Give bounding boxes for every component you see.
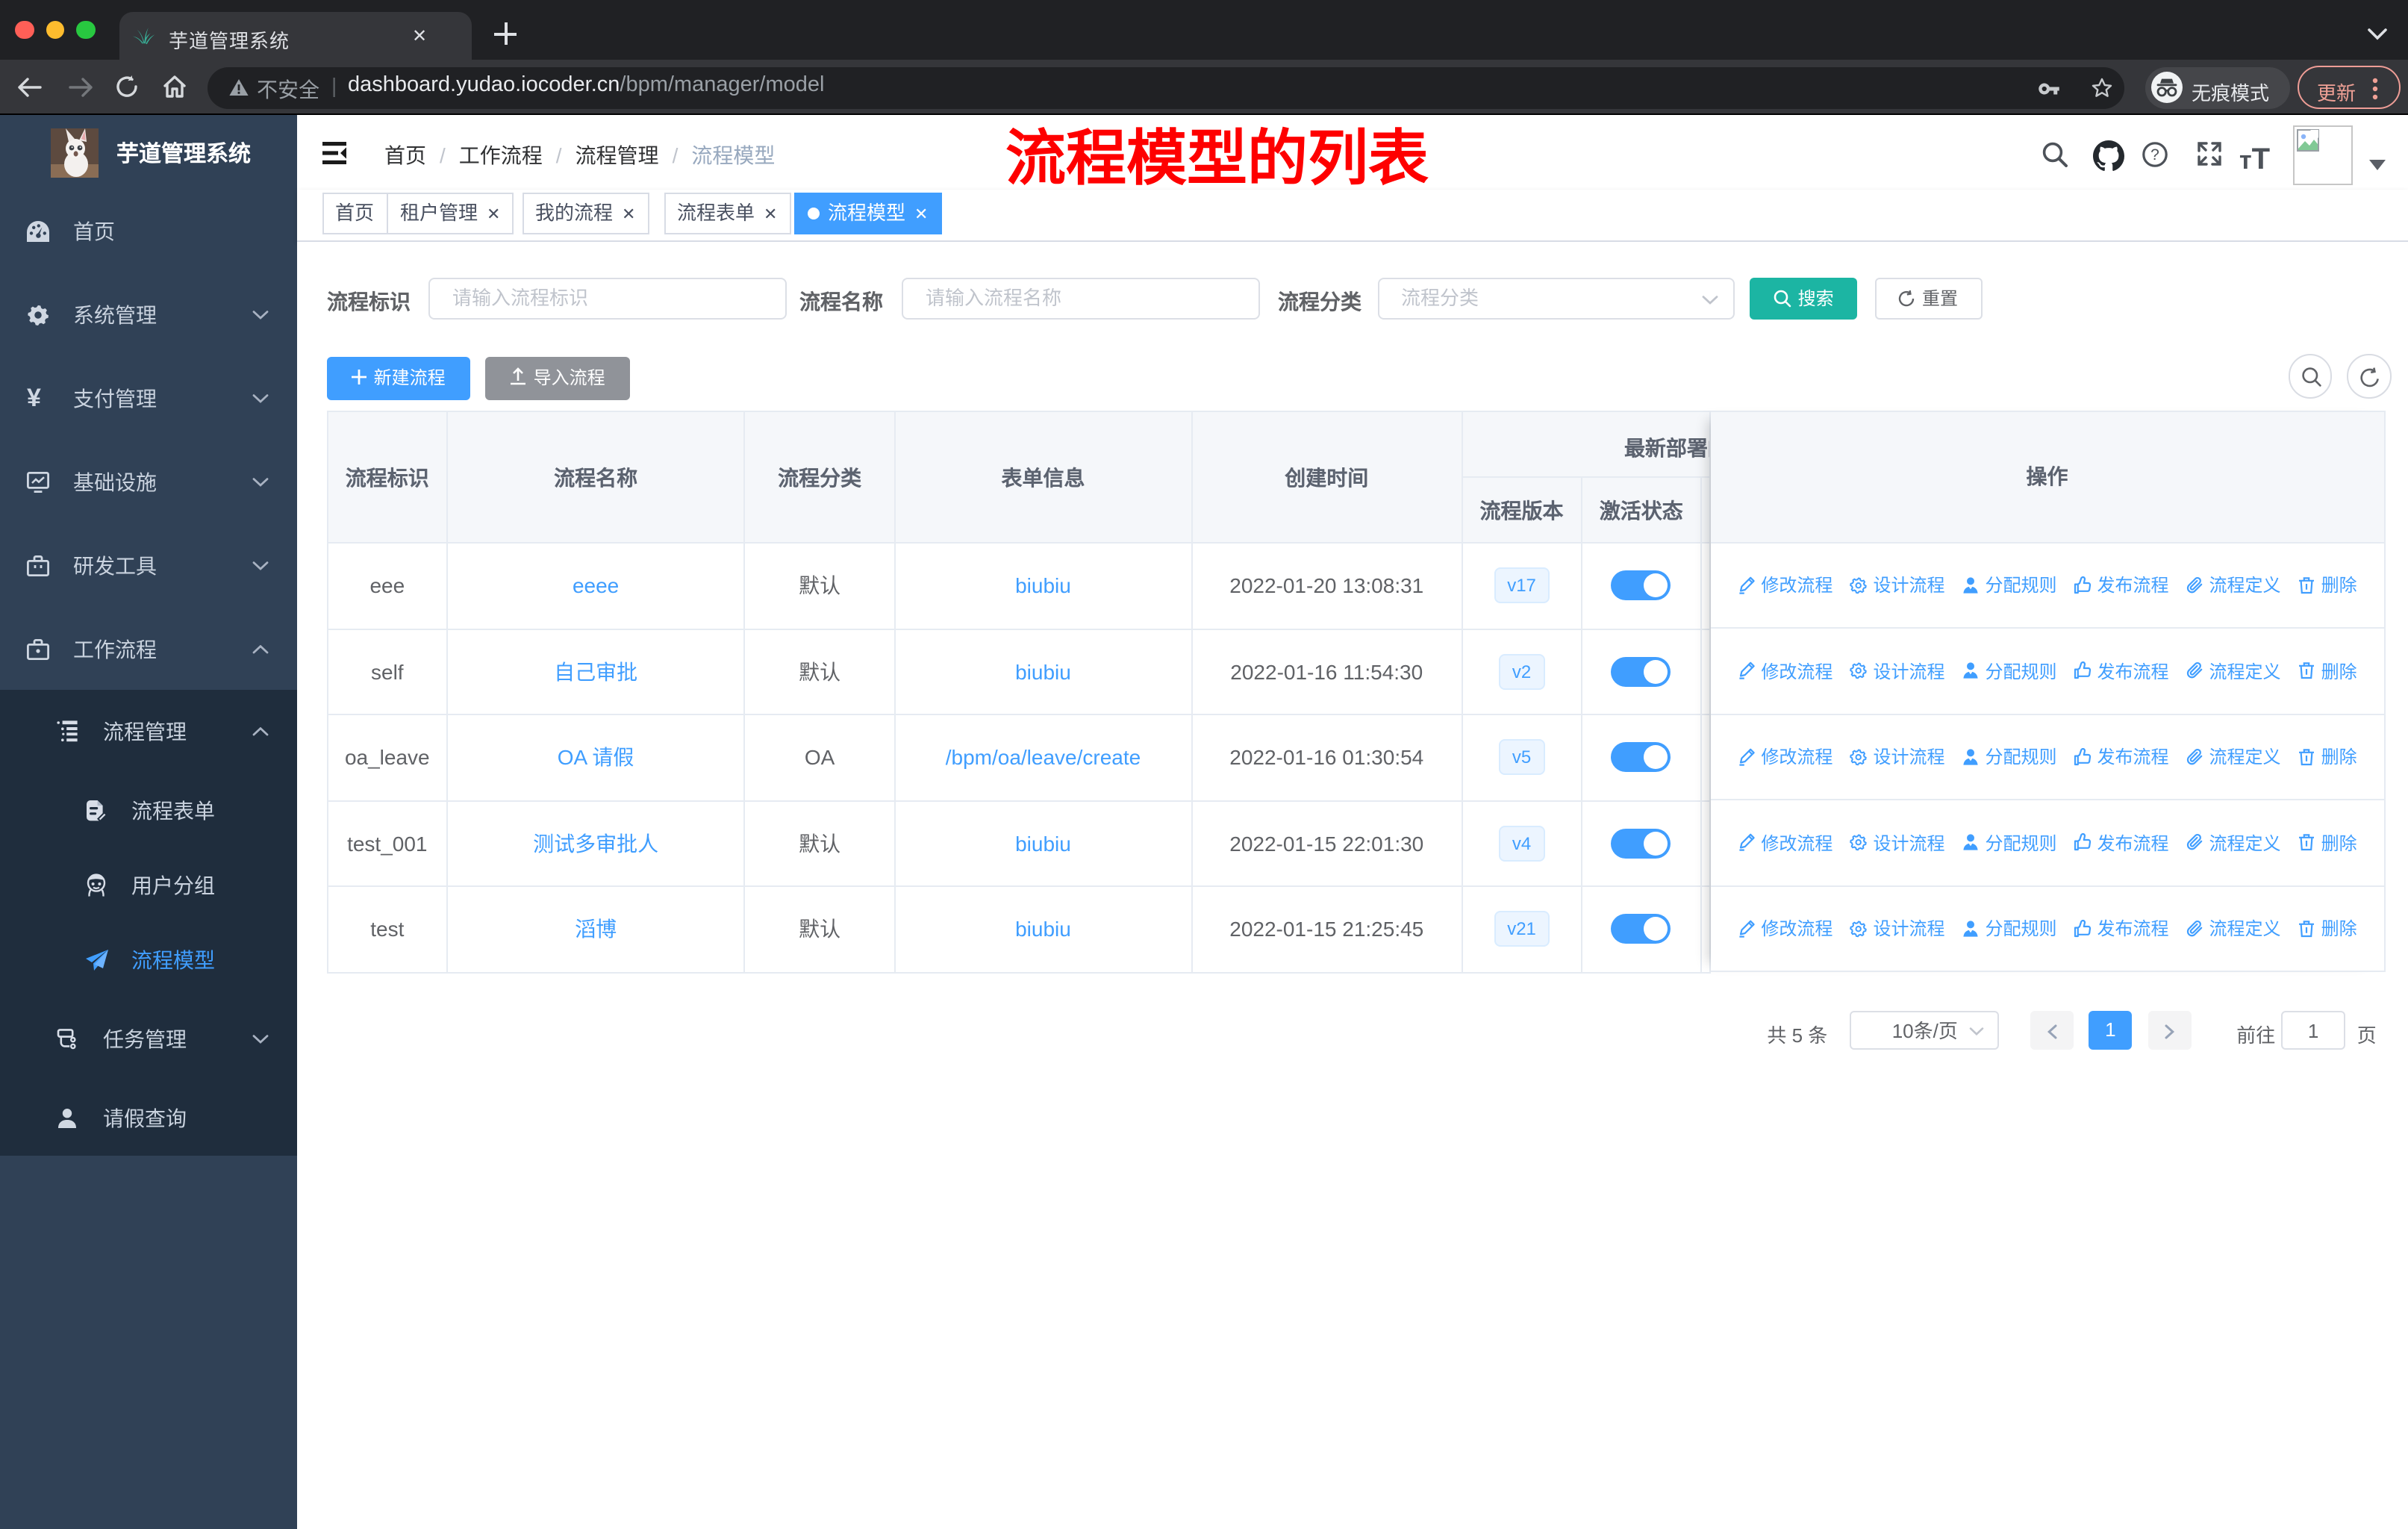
svg-text:?: ? xyxy=(2150,146,2159,164)
